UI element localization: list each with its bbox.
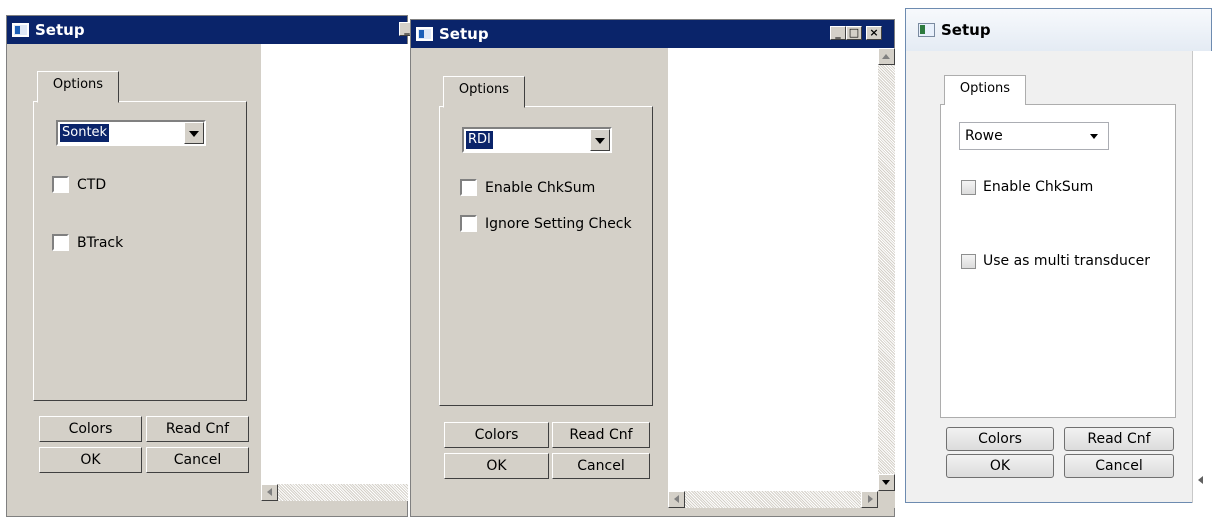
minimize-button[interactable]: _ <box>830 26 846 40</box>
checkbox-box[interactable] <box>52 176 69 193</box>
ok-button[interactable]: OK <box>444 453 549 479</box>
button-label: OK <box>989 458 1011 474</box>
close-button[interactable]: × <box>866 26 882 40</box>
maximize-icon: □ <box>848 26 860 39</box>
enable-chksum-checkbox[interactable]: Enable ChkSum <box>460 179 595 196</box>
button-label: Cancel <box>1095 458 1143 474</box>
title-bar[interactable]: Setup _ <box>7 16 415 44</box>
device-select[interactable]: Rowe <box>959 122 1109 150</box>
read-cnf-button[interactable]: Read Cnf <box>146 416 249 442</box>
button-label: Colors <box>68 421 113 437</box>
title-bar[interactable]: Setup <box>906 9 1211 51</box>
checkbox-box[interactable] <box>961 179 976 195</box>
window-title: Setup <box>35 21 85 39</box>
ctd-checkbox[interactable]: CTD <box>52 176 106 193</box>
ok-button[interactable]: OK <box>39 447 142 473</box>
enable-chksum-checkbox[interactable]: Enable ChkSum <box>961 179 1093 195</box>
checkbox-label: Enable ChkSum <box>983 179 1094 195</box>
scroll-up-arrow-icon[interactable] <box>878 48 895 65</box>
app-window-icon <box>918 23 935 37</box>
setup-window-rowe: Setup Options Rowe Enable ChkSum Use as … <box>905 8 1212 503</box>
checkbox-label: Enable ChkSum <box>485 179 596 196</box>
scroll-right-arrow-icon[interactable] <box>861 491 878 508</box>
device-select[interactable]: RDI <box>462 127 612 153</box>
close-icon: × <box>869 26 879 39</box>
button-label: Cancel <box>173 452 222 468</box>
output-pane[interactable] <box>261 44 408 484</box>
maximize-button[interactable]: □ <box>846 26 862 40</box>
minimize-icon: _ <box>404 22 410 35</box>
read-cnf-button[interactable]: Read Cnf <box>552 422 650 448</box>
window-title: Setup <box>941 21 991 39</box>
options-panel: RDI Enable ChkSum Ignore Setting Check <box>439 106 653 406</box>
checkbox-label: BTrack <box>77 234 124 251</box>
setup-window-rdi: Setup _ □ × Options RDI Enable ChkSum Ig… <box>410 19 895 517</box>
button-label: Read Cnf <box>165 421 230 437</box>
dropdown-arrow-icon[interactable] <box>184 122 204 144</box>
checkbox-label: Ignore Setting Check <box>485 215 632 232</box>
button-label: Read Cnf <box>569 427 633 443</box>
colors-button[interactable]: Colors <box>946 427 1054 451</box>
title-bar[interactable]: Setup _ □ × <box>411 20 894 48</box>
minimize-icon: _ <box>835 26 841 39</box>
button-label: Cancel <box>577 458 625 474</box>
horizontal-scrollbar[interactable] <box>668 491 878 508</box>
button-label: OK <box>486 458 507 474</box>
cancel-button[interactable]: Cancel <box>552 453 650 479</box>
checkbox-box[interactable] <box>961 253 976 269</box>
button-label: Colors <box>978 431 1022 447</box>
checkbox-label: Use as multi transducer <box>983 253 1150 269</box>
checkbox-box[interactable] <box>460 215 477 232</box>
colors-button[interactable]: Colors <box>444 422 549 448</box>
scroll-down-arrow-icon[interactable] <box>878 474 895 491</box>
btrack-checkbox[interactable]: BTrack <box>52 234 123 251</box>
tab-options-label: Options <box>458 82 510 97</box>
read-cnf-button[interactable]: Read Cnf <box>1064 427 1174 451</box>
dropdown-arrow-icon[interactable] <box>590 129 610 151</box>
button-label: Colors <box>474 427 519 443</box>
ignore-setting-check-checkbox[interactable]: Ignore Setting Check <box>460 215 632 232</box>
options-panel: Sontek CTD BTrack <box>33 101 247 401</box>
device-selected-value: RDI <box>466 131 493 149</box>
ok-button[interactable]: OK <box>946 454 1054 478</box>
scroll-left-arrow-icon[interactable] <box>261 484 278 501</box>
options-panel: Rowe Enable ChkSum Use as multi transduc… <box>940 104 1176 418</box>
tab-options-label: Options <box>959 81 1011 96</box>
vertical-scrollbar[interactable] <box>878 48 895 491</box>
button-label: Read Cnf <box>1087 431 1151 447</box>
horizontal-scrollbar[interactable] <box>261 484 408 501</box>
scroll-left-arrow-icon[interactable] <box>1198 476 1203 484</box>
output-pane[interactable] <box>1192 51 1212 503</box>
button-label: OK <box>80 452 101 468</box>
tab-options[interactable]: Options <box>944 75 1026 105</box>
cancel-button[interactable]: Cancel <box>146 447 249 473</box>
dropdown-arrow-icon[interactable] <box>1090 134 1098 139</box>
checkbox-box[interactable] <box>460 179 477 196</box>
device-selected-value: Rowe <box>965 128 1003 144</box>
app-window-icon <box>12 23 29 37</box>
tab-options-label: Options <box>52 77 104 92</box>
tab-options[interactable]: Options <box>37 71 119 103</box>
checkbox-label: CTD <box>77 176 107 193</box>
tab-options[interactable]: Options <box>443 76 525 108</box>
output-pane[interactable] <box>668 48 878 491</box>
checkbox-box[interactable] <box>52 234 69 251</box>
setup-window-sontek: Setup _ Options Sontek CTD BTrack Colors… <box>6 15 415 517</box>
use-as-multi-transducer-checkbox[interactable]: Use as multi transducer <box>961 253 1150 269</box>
window-title: Setup <box>439 25 489 43</box>
cancel-button[interactable]: Cancel <box>1064 454 1174 478</box>
device-selected-value: Sontek <box>60 124 110 142</box>
colors-button[interactable]: Colors <box>39 416 142 442</box>
resize-grip[interactable] <box>878 491 895 508</box>
device-select[interactable]: Sontek <box>56 120 206 146</box>
app-window-icon <box>416 27 433 41</box>
scroll-left-arrow-icon[interactable] <box>668 491 685 508</box>
